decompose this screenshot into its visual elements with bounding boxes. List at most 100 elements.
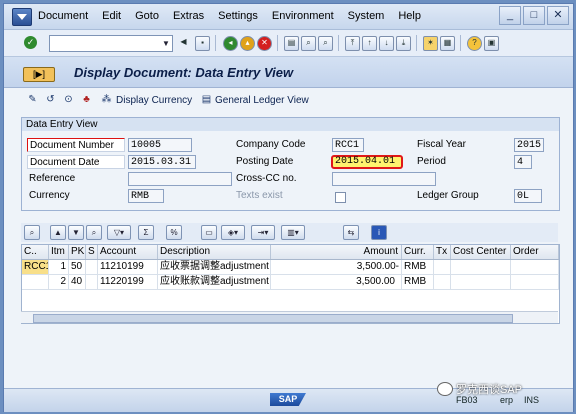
currency-icon[interactable]: ⁂ (100, 93, 113, 106)
views-icon[interactable]: ◈▾ (221, 225, 245, 240)
details-icon[interactable]: ⌕ (24, 225, 40, 240)
col-header-cost-center[interactable]: Cost Center (451, 245, 511, 259)
enter-check-icon[interactable]: ✓ (24, 36, 37, 49)
minimize-button[interactable]: _ (499, 6, 521, 25)
ledger-group-field[interactable]: 0L (514, 189, 542, 203)
menu-extras[interactable]: Extras (173, 10, 204, 22)
export-icon[interactable]: ⇥▾ (251, 225, 275, 240)
company-code-field[interactable]: RCC1 (332, 138, 364, 152)
cell-cost-center (451, 275, 511, 289)
toolbar-separator (277, 35, 278, 51)
info-icon[interactable]: i (371, 225, 387, 240)
taxes-icon[interactable]: ♣ (80, 93, 93, 106)
system-menu-icon[interactable] (12, 8, 32, 26)
transaction-menu-icon[interactable]: [▶] (23, 67, 55, 82)
cell-description: 应收票据调整adjustment (158, 260, 271, 274)
texts-exist-checkbox[interactable] (335, 192, 346, 203)
col-header-order[interactable]: Order (511, 245, 559, 259)
reference-field[interactable] (128, 172, 232, 186)
chevron-down-icon[interactable]: ▼ (160, 36, 172, 51)
first-page-icon[interactable]: ⤒ (345, 36, 360, 51)
back-icon[interactable]: ◂ (223, 36, 238, 51)
print-preview-icon[interactable]: ▭ (201, 225, 217, 240)
subtotal-icon[interactable]: % (166, 225, 182, 240)
ledger-view-icon[interactable]: ▤ (200, 93, 213, 106)
last-page-icon[interactable]: ⤓ (396, 36, 411, 51)
find-icon[interactable]: ⌕ (301, 36, 316, 51)
menu-goto[interactable]: Goto (135, 10, 159, 22)
fiscal-year-field[interactable]: 2015 (514, 138, 544, 152)
col-header-company[interactable]: C.. (22, 245, 49, 259)
create-session-icon[interactable]: ✶ (423, 36, 438, 51)
menu-system[interactable]: System (348, 10, 385, 22)
overview-icon[interactable]: ⊙ (62, 93, 75, 106)
document-number-label: Document Number (27, 138, 125, 152)
col-header-currency[interactable]: Curr. (402, 245, 434, 259)
toolbar-separator (215, 35, 216, 51)
sap-logo-icon: SAP (270, 393, 306, 406)
filter-icon[interactable]: ▽▾ (107, 225, 131, 240)
cancel-icon[interactable]: ✕ (257, 36, 272, 51)
col-header-s[interactable]: S (86, 245, 98, 259)
display-currency-button[interactable]: Display Currency (116, 95, 192, 106)
sort-ascending-icon[interactable]: ▲ (50, 225, 66, 240)
menu-edit[interactable]: Edit (102, 10, 121, 22)
toolbar-separator (460, 35, 461, 51)
menu-help[interactable]: Help (398, 10, 421, 22)
reference-label: Reference (29, 173, 76, 184)
cell-item: 1 (49, 260, 69, 274)
sort-descending-icon[interactable]: ▼ (68, 225, 84, 240)
toolbar-separator (416, 35, 417, 51)
menu-settings[interactable]: Settings (218, 10, 258, 22)
col-header-tax[interactable]: Tx (434, 245, 451, 259)
cell-company (22, 275, 49, 289)
posting-date-field[interactable]: 2015.04.01 (331, 155, 403, 169)
display-change-icon[interactable]: ✎ (26, 93, 39, 106)
horizontal-scrollbar[interactable] (21, 311, 558, 323)
col-header-pk[interactable]: PK (69, 245, 86, 259)
help-icon[interactable]: ? (467, 36, 482, 51)
col-header-description[interactable]: Description (158, 245, 271, 259)
scrollbar-thumb[interactable] (33, 314, 513, 323)
menu-environment[interactable]: Environment (272, 10, 334, 22)
company-code-label: Company Code (236, 139, 306, 150)
exit-icon[interactable]: ▴ (240, 36, 255, 51)
general-ledger-view-button[interactable]: General Ledger View (215, 95, 309, 106)
cross-cc-field[interactable] (332, 172, 436, 186)
col-header-amount[interactable]: Amount (271, 245, 402, 259)
menu-document[interactable]: Document (38, 10, 88, 22)
status-mode[interactable]: INS (524, 395, 539, 405)
document-number-field[interactable]: 10005 (128, 138, 192, 152)
cell-account: 11220199 (98, 275, 158, 289)
cell-description: 应收账款调整adjustment (158, 275, 271, 289)
next-page-icon[interactable]: ↓ (379, 36, 394, 51)
col-header-account[interactable]: Account (98, 245, 158, 259)
document-date-field[interactable]: 2015.03.31 (128, 155, 196, 169)
navigation-icon[interactable]: ⇆ (343, 225, 359, 240)
table-row[interactable]: 2 40 11220199 应收账款调整adjustment 3,500.00 … (22, 275, 559, 290)
close-window-button[interactable]: ✕ (547, 6, 569, 25)
find-icon[interactable]: ⌕ (86, 225, 102, 240)
previous-page-icon[interactable]: ↑ (362, 36, 377, 51)
watermark: 罗克西谈SAP (456, 384, 523, 396)
find-next-icon[interactable]: ⌕ (318, 36, 333, 51)
print-icon[interactable]: ▤ (284, 36, 299, 51)
texts-exist-label: Texts exist (236, 190, 283, 201)
collapse-arrow-icon[interactable]: ◀ (177, 36, 190, 49)
total-icon[interactable]: Σ (138, 225, 154, 240)
period-field[interactable]: 4 (514, 155, 532, 169)
currency-field[interactable]: RMB (128, 189, 164, 203)
save-icon[interactable]: ▪ (195, 36, 210, 51)
grid-header: C.. Itm PK S Account Description Amount … (22, 245, 559, 260)
cell-cost-center (451, 260, 511, 274)
col-header-item[interactable]: Itm (49, 245, 69, 259)
shortcut-icon[interactable]: ▦ (440, 36, 455, 51)
layout-icon[interactable]: ▥▾ (281, 225, 305, 240)
customize-layout-icon[interactable]: ▣ (484, 36, 499, 51)
command-field[interactable]: ▼ (49, 35, 173, 52)
toolbar-separator (338, 35, 339, 51)
restore-button[interactable]: □ (523, 6, 545, 25)
cell-order (511, 260, 559, 274)
other-document-icon[interactable]: ↺ (44, 93, 57, 106)
table-row[interactable]: RCC1 1 50 11210199 应收票据调整adjustment 3,50… (22, 260, 559, 275)
